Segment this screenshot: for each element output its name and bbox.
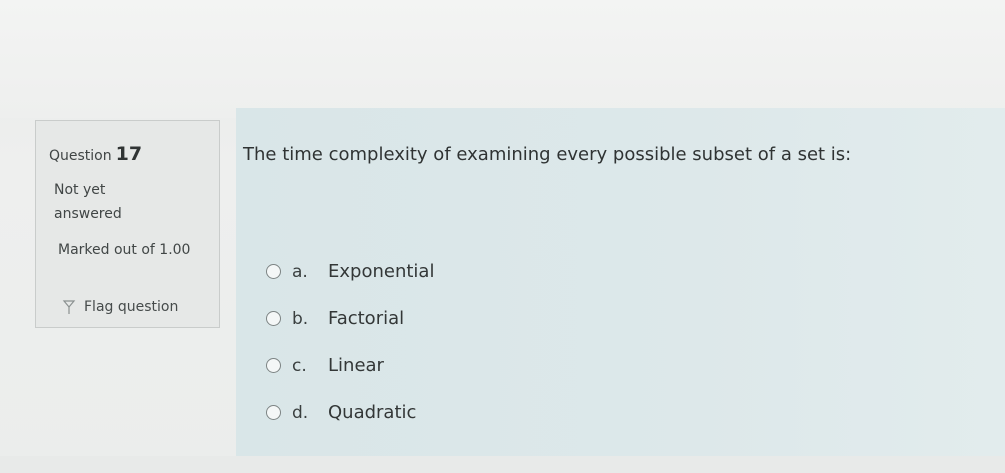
answer-option-c[interactable]: c. Linear [266,342,434,389]
question-info-box: Question 17 Not yet answered Marked out o… [35,120,220,328]
radio-button[interactable] [266,264,281,279]
flag-question-label: Flag question [84,299,179,315]
answer-options: a. Exponential b. Factorial c. Linear d.… [266,248,434,436]
radio-button[interactable] [266,405,281,420]
page-footer-area [0,456,1005,473]
flag-icon [62,299,76,315]
answer-label: Factorial [328,308,405,329]
question-content-panel: The time complexity of examining every p… [236,108,1005,456]
question-grade: Marked out of 1.00 [58,242,191,258]
answer-letter: b. [292,308,309,329]
page-header-area [0,0,1005,118]
radio-button[interactable] [266,358,281,373]
question-label-text: Question [49,148,112,164]
answer-label: Quadratic [328,402,417,423]
answer-option-d[interactable]: d. Quadratic [266,389,434,436]
answer-label: Exponential [328,261,435,282]
flag-question-link[interactable]: Flag question [62,299,178,315]
question-text: The time complexity of examining every p… [243,144,852,165]
radio-button[interactable] [266,311,281,326]
question-number-label: Question 17 [49,143,142,165]
answer-letter: d. [292,402,309,423]
question-status: Not yet answered [54,182,122,222]
answer-letter: a. [292,261,308,282]
answer-option-a[interactable]: a. Exponential [266,248,434,295]
question-number: 17 [115,143,143,165]
answer-label: Linear [328,355,384,376]
answer-option-b[interactable]: b. Factorial [266,295,434,342]
answer-letter: c. [292,355,307,376]
